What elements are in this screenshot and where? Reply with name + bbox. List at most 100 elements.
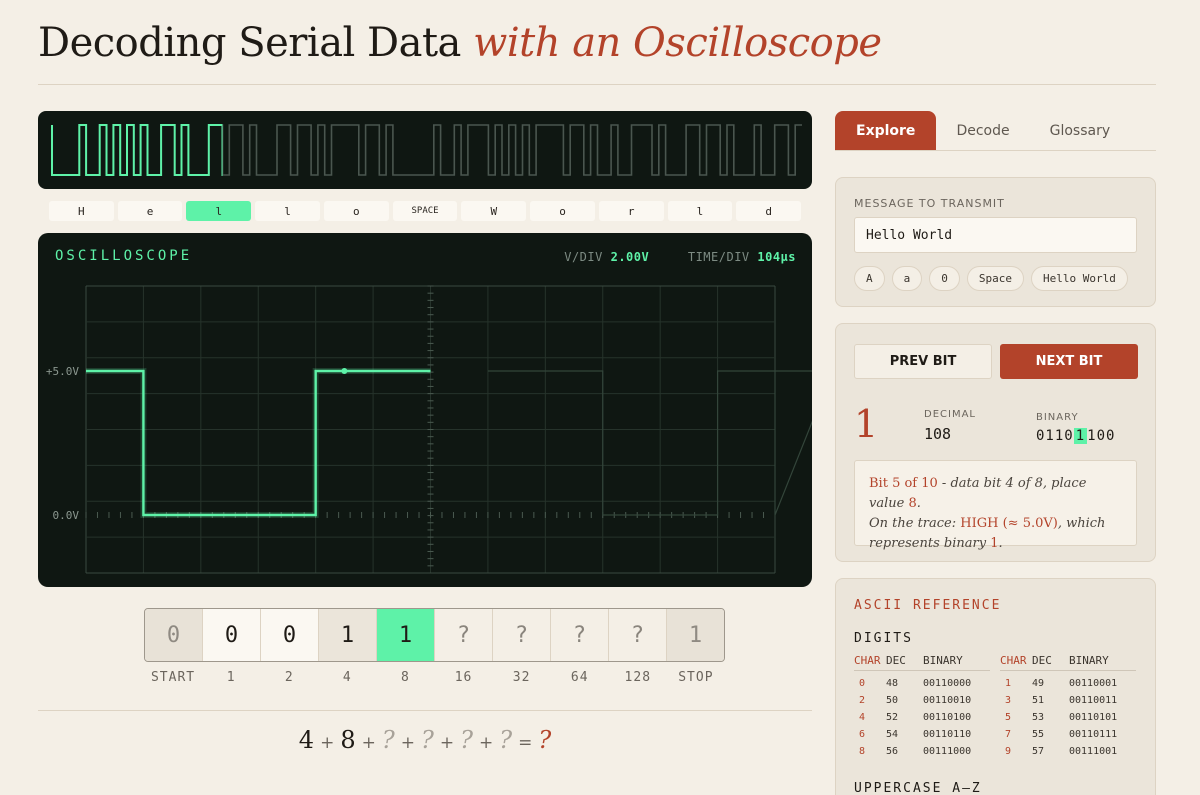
bit-cell: ? bbox=[435, 609, 493, 661]
bit-place-label: START bbox=[150, 670, 196, 685]
title-main: Decoding Serial Data bbox=[38, 20, 461, 66]
ascii-cell: 00110001 bbox=[1069, 678, 1118, 689]
sum-plus: + bbox=[439, 733, 455, 753]
bit-cell: 0 bbox=[203, 609, 261, 661]
ascii-cell: 49 bbox=[1032, 678, 1045, 689]
ascii-cell: 4 bbox=[859, 712, 866, 723]
char-chip[interactable]: l bbox=[667, 201, 733, 221]
char-chip[interactable]: SPACE bbox=[392, 201, 458, 221]
tdiv-label: TIME/DIV bbox=[687, 250, 750, 264]
ascii-cell: 00110110 bbox=[923, 729, 972, 740]
ascii-header-row: CHAR DEC BINARY bbox=[1000, 654, 1136, 671]
next-bit-button[interactable]: NEXT BIT bbox=[1000, 344, 1138, 379]
message-label: MESSAGE TO TRANSMIT bbox=[854, 197, 1005, 210]
overview-trace bbox=[51, 124, 802, 176]
ascii-cell: 00110111 bbox=[1069, 729, 1118, 740]
voltage-label: +5.0V bbox=[46, 365, 79, 378]
bit-cell: 1 bbox=[667, 609, 724, 661]
preset-zero[interactable]: 0 bbox=[929, 266, 960, 291]
bit-place-label: 128 bbox=[624, 670, 652, 685]
bit-explanation: Bit 5 of 10 - data bit 4 of 8, place val… bbox=[854, 460, 1137, 551]
char-chip[interactable]: l bbox=[186, 201, 252, 221]
char-chip[interactable]: H bbox=[49, 201, 114, 221]
message-input[interactable]: Hello World bbox=[854, 217, 1137, 253]
explain-bit-position: Bit 5 of 10 bbox=[869, 476, 938, 491]
ascii-row: 1 49 00110001 bbox=[1000, 675, 1136, 692]
overview-trace-full bbox=[51, 124, 802, 176]
bit-place-label: STOP bbox=[678, 670, 714, 685]
sum-term: 4 bbox=[298, 726, 315, 754]
section-divider bbox=[38, 710, 812, 711]
ascii-cell: 50 bbox=[886, 695, 899, 706]
char-chip[interactable]: l bbox=[255, 201, 320, 221]
ascii-cell: 57 bbox=[1032, 746, 1045, 757]
bit-place-label: 64 bbox=[570, 670, 589, 685]
preset-a-lower[interactable]: a bbox=[891, 266, 923, 291]
ascii-cell: 56 bbox=[886, 746, 899, 757]
bit-place-label: 4 bbox=[342, 670, 352, 685]
current-bit-value: 1 bbox=[854, 402, 879, 446]
prev-bit-button[interactable]: PREV BIT bbox=[854, 344, 992, 379]
sum-term: 8 bbox=[340, 726, 356, 754]
oscilloscope-panel: +5.0V 0.0V OSCILLOSCOPE V/DIV 2.00V TIME/… bbox=[38, 233, 812, 587]
bit-place-label: 32 bbox=[512, 670, 531, 685]
ascii-row: 4 52 00110100 bbox=[854, 709, 990, 726]
char-chip[interactable]: d bbox=[736, 201, 802, 221]
sum-equals: = bbox=[518, 733, 533, 753]
ascii-row: 7 55 00110111 bbox=[1000, 726, 1136, 743]
binary-decoded: 0110 bbox=[1036, 428, 1074, 444]
ascii-table-right: CHAR DEC BINARY 1 49 00110001 3 51 00110011 5 53 00… bbox=[1000, 654, 1136, 760]
preset-hello-world[interactable]: Hello World bbox=[1031, 266, 1128, 291]
char-chip[interactable]: W bbox=[461, 201, 527, 221]
binary-current-bit: 1 bbox=[1073, 428, 1088, 444]
tdiv-value: 104µs bbox=[757, 250, 796, 264]
explain-place-value: 8 bbox=[908, 496, 917, 511]
title-divider bbox=[38, 84, 1156, 85]
char-chip[interactable]: r bbox=[598, 201, 664, 221]
ascii-row: 0 48 00110000 bbox=[854, 675, 990, 692]
sum-term: ? bbox=[420, 726, 434, 754]
tab-explore[interactable]: Explore bbox=[835, 111, 937, 150]
ascii-cell: 54 bbox=[886, 729, 899, 740]
char-chip[interactable]: e bbox=[117, 201, 183, 221]
tab-decode[interactable]: Decode bbox=[936, 111, 1029, 150]
ascii-header-cell: BINARY bbox=[923, 654, 963, 667]
ascii-cell: 51 bbox=[1032, 695, 1045, 706]
sum-term: ? bbox=[381, 726, 395, 754]
ascii-cell: 1 bbox=[1005, 678, 1012, 689]
ascii-header-cell: DEC bbox=[1032, 654, 1052, 667]
overview-trace-decoded bbox=[51, 124, 223, 176]
tab-bar: Explore Decode Glossary bbox=[835, 111, 1156, 151]
sum-result: ? bbox=[538, 726, 552, 754]
explain-text: . bbox=[998, 536, 1003, 551]
char-chip[interactable]: o bbox=[323, 201, 389, 221]
scope-screen: +5.0V 0.0V bbox=[46, 285, 812, 574]
ascii-cell: 00110010 bbox=[923, 695, 972, 706]
bit-frame: 0 0 0 1 1???? 1 bbox=[144, 608, 725, 662]
bit-place-label: 2 bbox=[284, 670, 294, 685]
preset-a-upper[interactable]: A bbox=[854, 266, 885, 291]
bit-cell: ? bbox=[609, 609, 667, 661]
bit-cell: 1 bbox=[377, 609, 435, 661]
ascii-cell: 00111001 bbox=[1069, 746, 1118, 757]
ascii-cell: 00110011 bbox=[1069, 695, 1118, 706]
char-chip[interactable]: o bbox=[530, 201, 595, 221]
ascii-row: 6 54 00110110 bbox=[854, 726, 990, 743]
ascii-cell: 7 bbox=[1005, 729, 1012, 740]
ascii-reference-card: ASCII REFERENCE DIGITS CHAR DEC BINARY 0 48 0… bbox=[835, 578, 1156, 795]
ascii-title: ASCII REFERENCE bbox=[854, 598, 1002, 613]
tab-glossary[interactable]: Glossary bbox=[1030, 111, 1131, 150]
explain-level: HIGH (≈ 5.0V) bbox=[960, 516, 1058, 531]
bit-cell: ? bbox=[551, 609, 609, 661]
vdiv-label: V/DIV bbox=[564, 250, 603, 264]
ascii-cell: 00110100 bbox=[923, 712, 972, 723]
step-card: PREV BIT NEXT BIT 1 DECIMAL 108 BINARY 0… bbox=[835, 323, 1156, 562]
waveform-overview[interactable] bbox=[38, 111, 812, 189]
ascii-cell: 6 bbox=[859, 729, 866, 740]
preset-space[interactable]: Space bbox=[966, 266, 1024, 291]
ascii-cell: 2 bbox=[859, 695, 866, 706]
sum-plus: + bbox=[400, 733, 415, 753]
vdiv-value: 2.00V bbox=[610, 250, 650, 264]
ascii-cell: 55 bbox=[1032, 729, 1045, 740]
title-accent: with an Oscilloscope bbox=[473, 20, 882, 66]
